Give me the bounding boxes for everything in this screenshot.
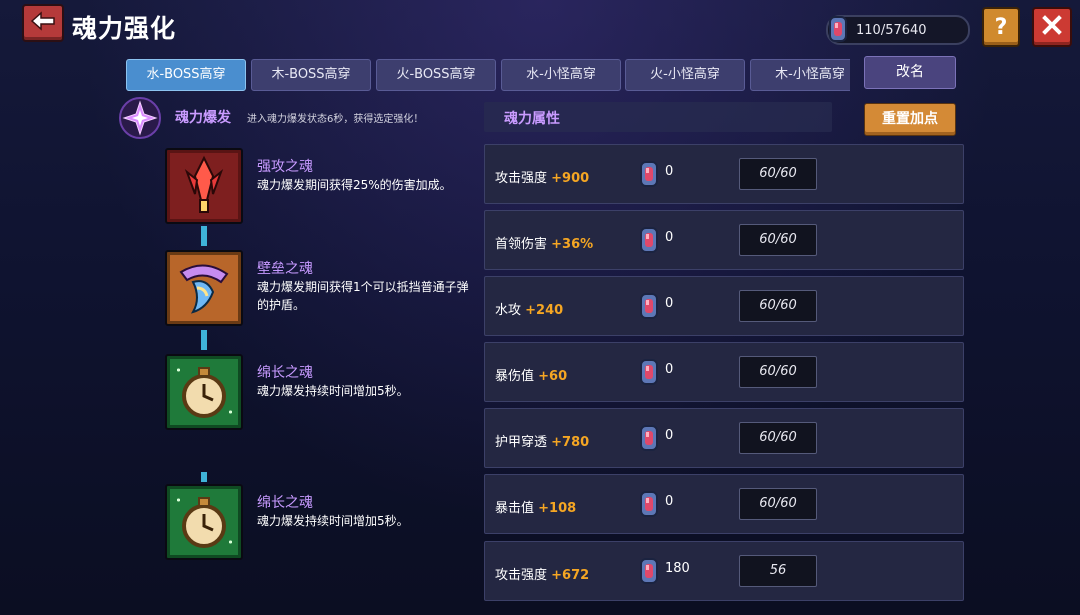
soul-gem-icon <box>637 159 661 193</box>
soul-burst-icon <box>118 96 162 140</box>
skill-name: 壁垒之魂 <box>257 261 313 277</box>
soul-gem-icon <box>637 423 661 457</box>
attribute-level-box: 60/60 <box>739 356 817 388</box>
soul-burst-header: 魂力爆发 进入魂力爆发状态6秒，获得选定强化！ <box>118 96 468 140</box>
attribute-cost: 0 <box>665 164 674 179</box>
close-icon <box>1041 14 1063 40</box>
skill-description: 魂力爆发持续时间增加5秒。 <box>257 514 409 528</box>
attribute-bonus: +672 <box>551 568 590 583</box>
skill-connector <box>201 226 207 246</box>
back-button[interactable] <box>22 4 64 42</box>
top-bar: 魂力强化 110/57640 ? <box>0 0 1080 52</box>
skill-item[interactable]: 绵长之魂 魂力爆发持续时间增加5秒。 <box>165 484 485 564</box>
attribute-level-box: 56 <box>739 555 817 587</box>
attribute-label: 水攻 <box>495 303 522 318</box>
attribute-row[interactable]: 护甲穿透 +780 0 60/60 <box>484 408 964 468</box>
attribute-row[interactable]: 暴伤值 +60 0 60/60 <box>484 342 964 402</box>
tab-fire-boss[interactable]: 火-BOSS高穿 <box>376 59 496 91</box>
soul-gem-icon <box>637 291 661 325</box>
attribute-bonus: +108 <box>538 501 577 516</box>
attribute-level-box: 60/60 <box>739 488 817 520</box>
skill-name: 强攻之魂 <box>257 159 313 175</box>
soul-burst-description: 进入魂力爆发状态6秒，获得选定强化！ <box>247 114 424 125</box>
skill-item[interactable]: 绵长之魂 魂力爆发持续时间增加5秒。 <box>165 354 485 434</box>
attribute-row[interactable]: 暴击值 +108 0 60/60 <box>484 474 964 534</box>
currency-value: 110/57640 <box>856 22 927 38</box>
stopwatch-icon <box>165 484 243 560</box>
attribute-row[interactable]: 攻击强度 +900 0 60/60 <box>484 144 964 204</box>
attribute-name: 水攻 +240 <box>495 299 563 318</box>
attribute-name: 攻击强度 +900 <box>495 167 589 186</box>
help-icon: ? <box>994 14 1008 40</box>
attribute-bonus: +780 <box>551 435 590 450</box>
skill-description: 魂力爆发持续时间增加5秒。 <box>257 384 409 398</box>
skill-description: 魂力爆发期间获得1个可以抵挡普通子弹的护盾。 <box>257 280 469 312</box>
attribute-name: 暴伤值 +60 <box>495 365 567 384</box>
attribute-name: 首领伤害 +36% <box>495 233 593 252</box>
attribute-label: 护甲穿透 <box>495 435 548 450</box>
attack-soul-icon <box>165 148 243 224</box>
attribute-cost: 0 <box>665 494 674 509</box>
soul-burst-title: 魂力爆发 <box>175 110 231 126</box>
attribute-label: 攻击强度 <box>495 568 548 583</box>
attribute-bonus: +36% <box>551 237 594 252</box>
soul-gem-icon <box>637 225 661 259</box>
skill-name: 绵长之魂 <box>257 495 313 511</box>
attribute-bonus: +240 <box>525 303 564 318</box>
attribute-row[interactable]: 水攻 +240 0 60/60 <box>484 276 964 336</box>
attribute-level-box: 60/60 <box>739 158 817 190</box>
attribute-row[interactable]: 首领伤害 +36% 0 60/60 <box>484 210 964 270</box>
attribute-name: 暴击值 +108 <box>495 497 576 516</box>
attribute-cost: 0 <box>665 428 674 443</box>
soul-gem-icon <box>826 14 850 48</box>
attribute-label: 首领伤害 <box>495 237 548 252</box>
skill-connector <box>201 330 207 350</box>
attribute-cost: 0 <box>665 230 674 245</box>
close-button[interactable] <box>1032 7 1072 47</box>
attribute-label: 暴伤值 <box>495 369 535 384</box>
back-arrow-icon <box>30 10 56 36</box>
attribute-name: 护甲穿透 +780 <box>495 431 589 450</box>
tab-wood-boss[interactable]: 木-BOSS高穿 <box>251 59 371 91</box>
attribute-bonus: +60 <box>538 369 568 384</box>
soul-gem-icon <box>637 556 661 590</box>
soul-currency-display: 110/57640 <box>826 15 970 45</box>
attribute-bonus: +900 <box>551 171 590 186</box>
skill-name: 绵长之魂 <box>257 365 313 381</box>
attribute-cost: 180 <box>665 561 690 576</box>
tab-water-minion[interactable]: 水-小怪高穿 <box>501 59 621 91</box>
attribute-label: 暴击值 <box>495 501 535 516</box>
attributes-header: 魂力属性 <box>484 102 832 132</box>
attribute-name: 攻击强度 +672 <box>495 564 589 583</box>
shield-soul-icon <box>165 250 243 326</box>
soul-gem-icon <box>637 357 661 391</box>
attribute-level-box: 60/60 <box>739 422 817 454</box>
attribute-level-box: 60/60 <box>739 290 817 322</box>
attribute-cost: 0 <box>665 362 674 377</box>
stopwatch-icon <box>165 354 243 430</box>
attributes-header-label: 魂力属性 <box>504 111 560 127</box>
soul-gem-icon <box>637 489 661 523</box>
preset-tabs: 水-BOSS高穿 木-BOSS高穿 火-BOSS高穿 水-小怪高穿 火-小怪高穿… <box>126 59 850 91</box>
attribute-label: 攻击强度 <box>495 171 548 186</box>
skill-connector <box>201 472 207 482</box>
skill-item[interactable]: 壁垒之魂 魂力爆发期间获得1个可以抵挡普通子弹的护盾。 <box>165 250 485 330</box>
tab-fire-minion[interactable]: 火-小怪高穿 <box>625 59 745 91</box>
skill-description: 魂力爆发期间获得25%的伤害加成。 <box>257 178 452 192</box>
page-title: 魂力强化 <box>72 14 177 43</box>
skill-item[interactable]: 强攻之魂 魂力爆发期间获得25%的伤害加成。 <box>165 148 485 228</box>
rename-button[interactable]: 改名 <box>864 56 956 89</box>
attribute-row[interactable]: 攻击强度 +672 180 56 <box>484 541 964 601</box>
reset-points-button[interactable]: 重置加点 <box>864 103 956 136</box>
attribute-level-box: 60/60 <box>739 224 817 256</box>
tab-wood-minion[interactable]: 木-小怪高穿 <box>750 59 850 91</box>
tab-water-boss[interactable]: 水-BOSS高穿 <box>126 59 246 91</box>
help-button[interactable]: ? <box>982 7 1020 47</box>
attribute-cost: 0 <box>665 296 674 311</box>
